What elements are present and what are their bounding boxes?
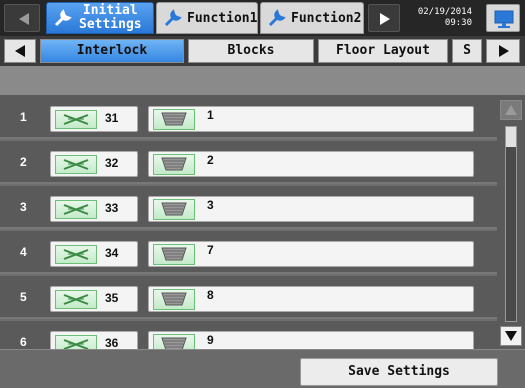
unit-number: 1 [207,108,214,122]
wrench-icon [164,9,182,27]
list-row: 6 36 9 [0,321,497,349]
triangle-down-icon [505,331,517,341]
save-settings-button[interactable]: Save Settings [300,358,498,386]
row-index: 5 [20,290,27,304]
lossnay-icon [55,245,97,264]
back-button[interactable] [4,4,40,32]
unit-number: 7 [207,243,214,257]
tab-label: Function1 [187,11,258,26]
scroll-up-button[interactable] [500,100,522,120]
tab-function1[interactable]: Function1 [156,2,258,34]
indoor-unit-button[interactable]: 8 [148,286,474,312]
interface-number: 35 [105,291,119,305]
lossnay-icon [55,110,97,129]
lossnay-icon [55,155,97,174]
sub-tab-bar: Interlock Blocks Floor Layout S [0,36,525,66]
monitor-button[interactable] [486,4,520,32]
indoor-unit-icon [153,334,195,349]
interlock-list: 1 31 1 2 32 2 3 33 3 4 34 7 5 35 8 6 36 … [0,96,497,349]
tab-label-line2: Settings [79,17,142,32]
indoor-unit-icon [153,289,195,310]
interlock-unit-button[interactable]: 36 [50,331,138,349]
interface-number: 31 [105,111,119,125]
subtab-prev-button[interactable] [4,39,36,63]
indoor-unit-icon [153,244,195,265]
subtab-blocks[interactable]: Blocks [188,39,314,63]
monitor-icon [494,10,514,28]
header-spacer [0,66,525,96]
list-row: 3 33 3 [0,186,497,229]
tab-label-line1: Initial [82,3,138,18]
scroll-track[interactable] [505,126,517,322]
interlock-unit-button[interactable]: 32 [50,151,138,177]
interface-number: 33 [105,201,119,215]
interlock-unit-button[interactable]: 34 [50,241,138,267]
bottom-bar: Save Settings [0,349,525,388]
indoor-unit-button[interactable]: 3 [148,196,474,222]
interlock-unit-button[interactable]: 33 [50,196,138,222]
tab-label: Function2 [291,11,362,26]
list-row: 1 31 1 [0,96,497,139]
subtab-s[interactable]: S [452,39,482,63]
indoor-unit-icon [153,199,195,220]
lossnay-icon [55,335,97,349]
subtab-interlock[interactable]: Interlock [40,39,184,63]
indoor-unit-icon [153,109,195,130]
unit-number: 3 [207,198,214,212]
wrench-icon [268,9,286,27]
lossnay-icon [55,290,97,309]
unit-number: 9 [207,333,214,347]
row-index: 3 [20,200,27,214]
triangle-left-icon [15,45,25,57]
indoor-unit-button[interactable]: 7 [148,241,474,267]
chevron-right-icon [380,13,390,25]
tab-function2[interactable]: Function2 [260,2,364,34]
tab-initial-settings[interactable]: Initial Settings [46,2,154,34]
list-row: 5 35 8 [0,276,497,319]
wrench-icon [54,9,72,27]
top-bar: Initial Settings Function1 Function2 02/… [0,0,525,36]
row-index: 2 [20,155,27,169]
lossnay-icon [55,200,97,219]
scroll-thumb[interactable] [506,127,516,147]
triangle-right-icon [499,45,509,57]
row-index: 6 [20,335,27,349]
subtab-next-button[interactable] [486,39,520,63]
row-index: 1 [20,110,27,124]
triangle-up-icon [505,105,517,115]
interface-number: 32 [105,156,119,170]
unit-number: 2 [207,153,214,167]
list-row: 4 34 7 [0,231,497,274]
list-scrollbar[interactable] [497,96,525,349]
row-index: 4 [20,245,27,259]
indoor-unit-button[interactable]: 9 [148,331,474,349]
indoor-unit-button[interactable]: 1 [148,106,474,132]
datetime-display: 02/19/2014 09:30 [400,7,472,29]
date-text: 02/19/2014 [417,7,472,17]
interface-number: 36 [105,336,119,349]
time-text: 09:30 [444,18,472,28]
interlock-unit-button[interactable]: 35 [50,286,138,312]
scroll-down-button[interactable] [500,326,522,346]
interlock-unit-button[interactable]: 31 [50,106,138,132]
interface-number: 34 [105,246,119,260]
unit-number: 8 [207,288,214,302]
subtab-floor-layout[interactable]: Floor Layout [318,39,448,63]
chevron-left-icon [19,13,29,25]
indoor-unit-button[interactable]: 2 [148,151,474,177]
indoor-unit-icon [153,154,195,175]
forward-button[interactable] [368,4,400,32]
list-row: 2 32 2 [0,141,497,184]
